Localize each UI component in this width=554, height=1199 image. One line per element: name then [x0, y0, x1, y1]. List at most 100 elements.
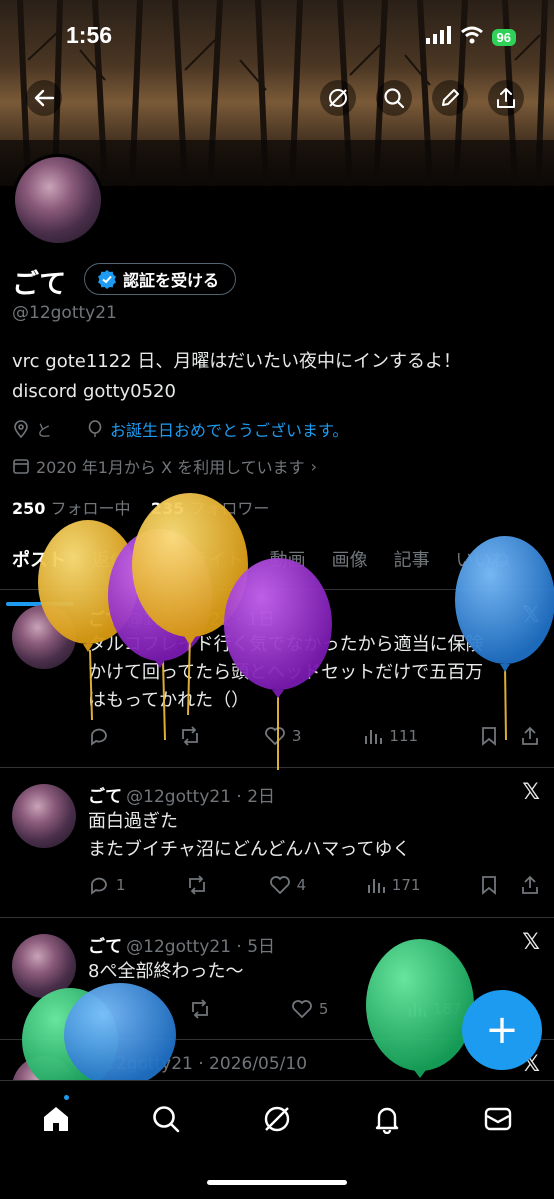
- post-text-line: タルコフレイド行く気でなかったから適当に保険: [88, 634, 484, 655]
- post-item[interactable]: ごて @12gotty21 · 2日 𝕏 面白過ぎた またブイチャ沼にどんどんハマ…: [0, 768, 554, 918]
- plus-icon: +: [485, 1007, 519, 1053]
- home-icon: [44, 1107, 68, 1131]
- verified-badge-icon: [98, 270, 116, 289]
- views-button[interactable]: 111: [363, 726, 418, 746]
- calendar-icon: [13, 459, 29, 474]
- bookmark-icon[interactable]: [480, 726, 498, 746]
- view-count: 171: [391, 876, 421, 894]
- tab-likes[interactable]: いいね: [444, 540, 524, 589]
- followers-label[interactable]: フォロワー: [189, 499, 269, 518]
- compose-post-button[interactable]: +: [462, 990, 542, 1070]
- tab-highlights[interactable]: ハイライト: [142, 540, 258, 589]
- post-avatar[interactable]: [12, 1056, 76, 1080]
- like-count: 5: [318, 1000, 329, 1018]
- profile-bio: vrc gote1122 日、月曜はだいたい夜中にインするよ！ discord …: [12, 347, 461, 407]
- balloon-icon: [88, 420, 102, 437]
- post-meta: @12gotty21 · 2日: [126, 787, 276, 807]
- post-actions: 3 111: [88, 725, 540, 747]
- post-text: 8ぺ全部終わった〜: [88, 958, 528, 986]
- edit-button[interactable]: [432, 80, 468, 116]
- like-button[interactable]: 4: [269, 874, 307, 896]
- profile-avatar[interactable]: [12, 154, 104, 246]
- follow-counts: 250 フォロー中 235 フォロワー: [12, 495, 269, 519]
- post-meta: @12gotty21 · 2026/05/10: [88, 1054, 308, 1074]
- view-count: 187: [432, 1000, 462, 1018]
- reply-button[interactable]: [88, 998, 110, 1020]
- post-actions: 1 4 171: [88, 874, 540, 896]
- post-text-line: はもってかれた（）: [88, 690, 250, 711]
- nav-grok[interactable]: [257, 1099, 297, 1139]
- nav-messages[interactable]: [478, 1099, 518, 1139]
- profile-tabs: ポスト 返信 ハイライト 動画 画像 記事 いいね: [0, 540, 554, 606]
- like-count: 4: [296, 876, 307, 894]
- grok-button[interactable]: [320, 80, 356, 116]
- views-button[interactable]: 187: [407, 999, 462, 1019]
- nav-notifications[interactable]: [367, 1099, 407, 1139]
- nav-home[interactable]: [36, 1099, 76, 1139]
- views-icon: [367, 879, 385, 893]
- post-author: ごて: [88, 937, 123, 957]
- reply-icon: [91, 728, 107, 746]
- grok-icon: [329, 89, 347, 107]
- chevron-right-icon: ›: [310, 456, 318, 476]
- home-indicator: [207, 1180, 347, 1185]
- following-label[interactable]: フォロー中: [51, 499, 131, 518]
- bio-line: vrc gote1122 日、月曜はだいたい夜中にインするよ！: [12, 351, 462, 372]
- post-avatar[interactable]: [12, 934, 76, 998]
- reply-button[interactable]: 1: [88, 874, 126, 896]
- nav-search[interactable]: [146, 1099, 186, 1139]
- share-icon[interactable]: [520, 875, 540, 895]
- post-text: 面白過ぎた またブイチャ沼にどんどんハマってゆく: [88, 808, 528, 864]
- post-text: タルコフレイド行く気でなかったから適当に保険 かけて回ってたら頭とヘッドセットだ…: [88, 631, 528, 715]
- x-logo-icon: 𝕏: [522, 780, 540, 805]
- following-count[interactable]: 250: [12, 499, 45, 518]
- profile-meta-row: と お誕生日おめでとうございます。: [12, 417, 348, 441]
- profile-location: と: [36, 421, 53, 440]
- post-header: @12gotty21 · 2026/05/10: [88, 1054, 307, 1074]
- like-count: 3: [291, 727, 302, 745]
- bio-line: discord gotty0520: [12, 381, 176, 402]
- wifi-icon: [460, 26, 484, 48]
- get-verified-button[interactable]: 認証を受ける: [84, 263, 237, 295]
- post-meta: @12gotty21 · 5日: [126, 937, 276, 957]
- post-text-line: またブイチャ沼にどんどんハマってゆく: [88, 839, 411, 860]
- like-button[interactable]: 3: [264, 725, 302, 747]
- tab-articles[interactable]: 記事: [382, 540, 444, 589]
- post-author: ごて: [88, 610, 123, 630]
- post-text-line: 8ぺ全部終わった〜: [88, 961, 244, 982]
- repost-icon: [189, 875, 206, 895]
- search-icon: [153, 1106, 180, 1133]
- views-button[interactable]: 171: [366, 875, 421, 895]
- bookmark-icon[interactable]: [480, 875, 498, 895]
- heart-icon: [292, 1000, 312, 1019]
- repost-button[interactable]: [178, 725, 202, 747]
- tab-posts[interactable]: ポスト: [0, 540, 80, 606]
- like-button[interactable]: 5: [291, 998, 329, 1020]
- repost-button[interactable]: [188, 998, 212, 1020]
- birthday-link[interactable]: お誕生日おめでとうございます。: [110, 417, 348, 441]
- post-text-line: かけて回ってたら頭とヘッドセットだけで五百万: [88, 662, 484, 683]
- share-icon[interactable]: [520, 726, 540, 746]
- followers-count[interactable]: 235: [151, 499, 184, 518]
- share-button[interactable]: [488, 80, 524, 116]
- views-icon: [365, 730, 383, 744]
- back-button[interactable]: [26, 80, 62, 116]
- post-author: ごて: [88, 787, 123, 807]
- tab-replies[interactable]: 返信: [80, 540, 142, 589]
- post-avatar[interactable]: [12, 784, 76, 848]
- post-header: ごて @12gotty21 · 1日: [88, 605, 275, 630]
- grok-icon: [264, 1106, 290, 1132]
- status-time: 1:56: [66, 22, 113, 48]
- repost-icon: [192, 999, 209, 1019]
- reply-button[interactable]: [88, 725, 116, 747]
- post-item[interactable]: ごて @12gotty21 · 1日 𝕏 タルコフレイド行く気でなかったから適当に…: [0, 591, 554, 768]
- heart-icon: [265, 727, 285, 746]
- joined-row[interactable]: 2020 年1月から X を利用しています ›: [12, 454, 317, 478]
- search-button[interactable]: [376, 80, 412, 116]
- profile-handle: @12gotty21: [12, 303, 117, 323]
- tab-images[interactable]: 画像: [320, 540, 382, 589]
- post-meta: @12gotty21 · 1日: [126, 610, 276, 630]
- tab-videos[interactable]: 動画: [258, 540, 320, 589]
- repost-button[interactable]: [185, 874, 209, 896]
- post-avatar[interactable]: [12, 605, 76, 669]
